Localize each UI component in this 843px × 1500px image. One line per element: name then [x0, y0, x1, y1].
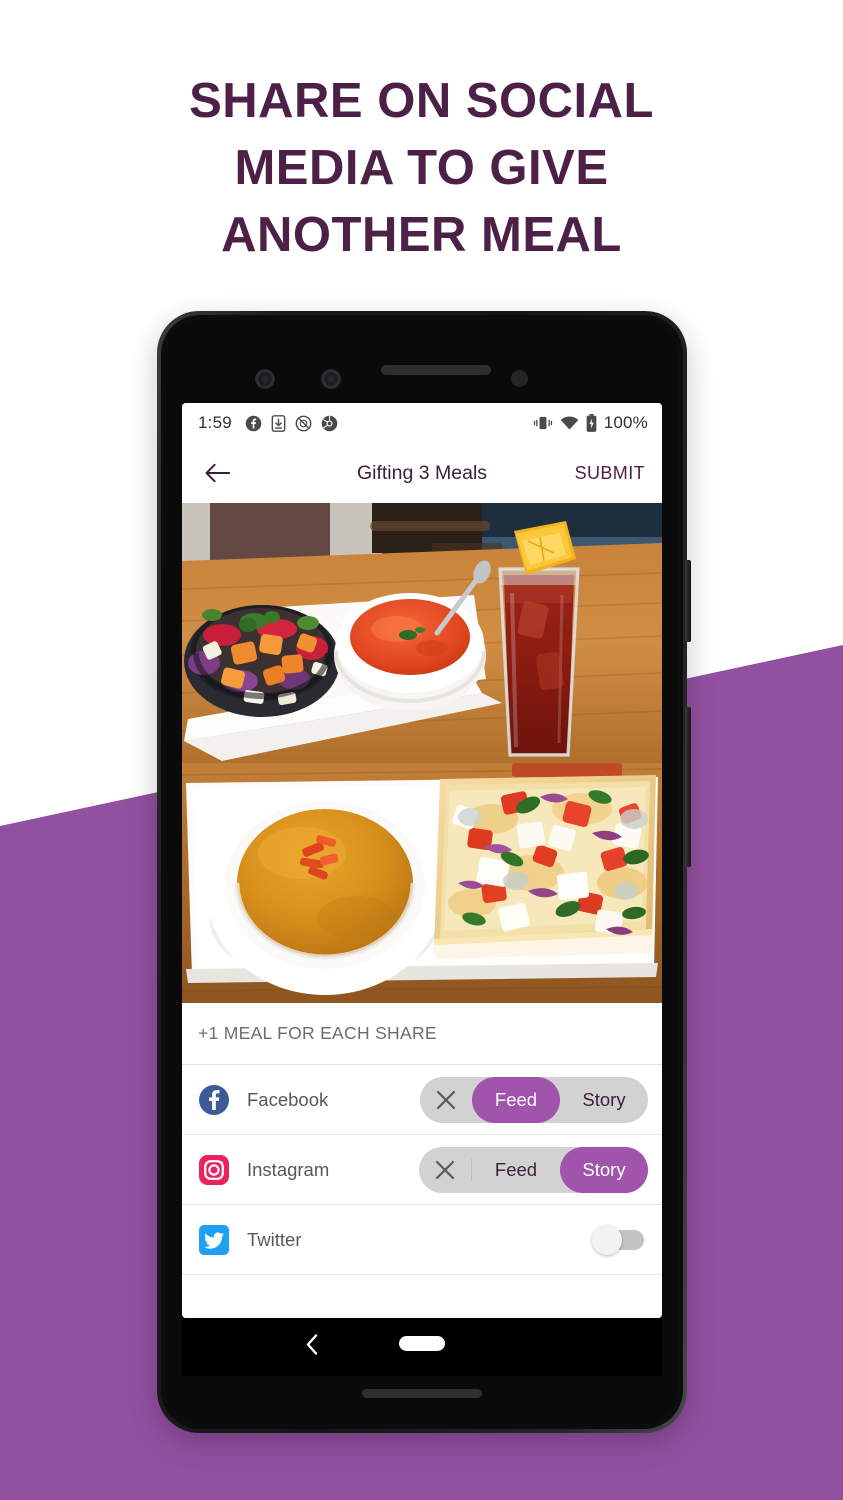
- segmented-control-instagram[interactable]: Feed Story: [419, 1146, 648, 1193]
- back-button[interactable]: [199, 455, 235, 491]
- facebook-close-button[interactable]: [420, 1077, 472, 1123]
- do-not-disturb-icon: [295, 415, 312, 431]
- meal-photo-gallery: [182, 503, 662, 1003]
- volume-rocker[interactable]: [685, 707, 691, 867]
- proximity-sensor-icon: [511, 370, 528, 387]
- nav-back-chevron-icon: [306, 1334, 318, 1355]
- toggle-knob: [592, 1224, 622, 1255]
- instagram-icon: [199, 1154, 229, 1185]
- headline-line-3: ANOTHER MEAL: [221, 208, 622, 262]
- earpiece-speaker-icon: [381, 365, 491, 375]
- nav-home-indicator[interactable]: [399, 1336, 445, 1351]
- instagram-option-story[interactable]: Story: [560, 1146, 648, 1193]
- status-bar-system-icons: 100%: [533, 413, 648, 433]
- phone-screen: 1:59 100% Gifting 3 Meals SUBMIT +1 MEAL…: [182, 403, 662, 1318]
- download-icon: [271, 414, 286, 432]
- twitter-icon: [199, 1224, 229, 1255]
- share-row-instagram[interactable]: Instagram Feed Story: [182, 1135, 662, 1205]
- facebook-option-story[interactable]: Story: [560, 1077, 648, 1123]
- phone-mockup: 1:59 100% Gifting 3 Meals SUBMIT +1 MEAL…: [157, 311, 691, 1433]
- share-control-facebook[interactable]: Feed Story: [420, 1076, 648, 1123]
- submit-button[interactable]: SUBMIT: [575, 463, 645, 484]
- back-arrow-icon: [205, 463, 230, 483]
- battery-percentage: 100%: [603, 413, 648, 432]
- app-bar: Gifting 3 Meals SUBMIT: [182, 443, 662, 503]
- segmented-control-facebook[interactable]: Feed Story: [420, 1076, 648, 1123]
- headline-line-1: SHARE ON SOCIAL: [189, 74, 654, 128]
- status-bar: 1:59 100%: [182, 403, 662, 443]
- status-time: 1:59: [198, 413, 232, 432]
- share-control-twitter[interactable]: [592, 1224, 648, 1255]
- screen-empty-area: [182, 1275, 662, 1318]
- share-row-facebook[interactable]: Facebook Feed Story: [182, 1065, 662, 1135]
- meal-photo-top[interactable]: [182, 503, 662, 763]
- facebook-icon: [245, 415, 262, 431]
- status-bar-notification-icons: [245, 414, 338, 432]
- nav-back-button[interactable]: [304, 1333, 320, 1362]
- facebook-option-feed[interactable]: Feed: [472, 1076, 560, 1123]
- vibrate-icon: [533, 416, 552, 430]
- bottom-speaker-grille: [362, 1389, 482, 1398]
- camera-lens-icon: [255, 369, 275, 389]
- instagram-close-button[interactable]: [419, 1147, 471, 1193]
- facebook-icon: [199, 1084, 229, 1115]
- camera-lens-icon: [321, 369, 341, 389]
- share-row-twitter[interactable]: Twitter: [182, 1205, 662, 1275]
- power-button[interactable]: [685, 560, 691, 642]
- chrome-icon: [321, 415, 338, 431]
- share-control-instagram[interactable]: Feed Story: [419, 1146, 648, 1193]
- headline-line-2: MEDIA TO GIVE: [234, 141, 609, 195]
- twitter-toggle-switch[interactable]: [592, 1224, 644, 1255]
- phone-body: 1:59 100% Gifting 3 Meals SUBMIT +1 MEAL…: [166, 320, 678, 1424]
- system-nav-bar: [182, 1318, 662, 1376]
- share-row-label: Twitter: [247, 1228, 302, 1250]
- close-icon: [436, 1090, 456, 1109]
- instagram-option-feed[interactable]: Feed: [472, 1147, 560, 1193]
- wifi-icon: [560, 415, 579, 429]
- battery-icon: [586, 414, 597, 432]
- share-row-label: Facebook: [247, 1088, 329, 1110]
- share-row-label: Instagram: [247, 1158, 330, 1180]
- meal-photo-bottom[interactable]: [182, 763, 662, 1003]
- close-icon: [435, 1160, 455, 1179]
- page-title: SHARE ON SOCIAL MEDIA TO GIVE ANOTHER ME…: [0, 68, 843, 269]
- share-caption: +1 MEAL FOR EACH SHARE: [182, 1003, 662, 1065]
